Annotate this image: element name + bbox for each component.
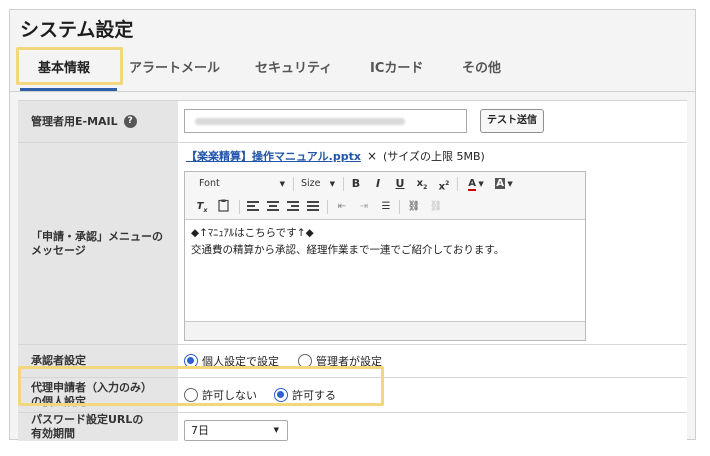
- tab-security[interactable]: セキュリティ: [255, 46, 332, 92]
- password-url-row: パスワード設定URLの 有効期間 7日 ▼: [18, 413, 687, 441]
- file-size-note: (サイズの上限 5MB): [383, 150, 485, 163]
- align-right-icon[interactable]: [287, 199, 299, 215]
- settings-panel: システム設定 基本情報 アラートメール セキュリティ ICカード その他 管理者…: [9, 9, 696, 441]
- message-row: 「申請・承認」メニューの メッセージ 【楽楽精算】操作マニュアル.pptx × (サ…: [18, 143, 687, 345]
- size-select[interactable]: Size ▼: [297, 176, 337, 192]
- justify-icon[interactable]: [307, 199, 319, 215]
- tab-ic-card[interactable]: ICカード: [370, 46, 423, 92]
- underline-icon[interactable]: U: [393, 176, 407, 192]
- font-select[interactable]: Font ▼: [195, 176, 287, 192]
- radio-individual-setting[interactable]: 個人設定で設定: [184, 345, 279, 377]
- align-left-icon[interactable]: [247, 199, 259, 215]
- expiry-select[interactable]: 7日 ▼: [184, 420, 288, 441]
- outdent-icon[interactable]: ⇤: [335, 199, 349, 215]
- password-url-label: パスワード設定URLの 有効期間: [18, 413, 178, 441]
- subscript-icon[interactable]: x2: [415, 176, 429, 192]
- radio-proxy-deny[interactable]: 許可しない: [184, 378, 257, 412]
- radio-admin-setting[interactable]: 管理者が設定: [298, 345, 382, 377]
- proxy-label: 代理申請者（入力のみ） の個人設定: [18, 378, 178, 412]
- approver-label: 承認者設定: [18, 345, 178, 377]
- text-color-icon[interactable]: A ▼: [465, 176, 487, 192]
- tab-bar: 基本情報 アラートメール セキュリティ ICカード その他: [10, 46, 695, 92]
- toolbar-row-2: Tx ⇤ ⇥ ☰ ⛓ ⛓: [185, 196, 585, 218]
- message-label: 「申請・承認」メニューの メッセージ: [18, 143, 178, 344]
- editor-toolbar: Font ▼ Size ▼ B I U x2 x2 A ▼ A ▼ Tx ⇤ ⇥…: [185, 172, 585, 220]
- tab-other[interactable]: その他: [462, 46, 501, 92]
- proxy-row: 代理申請者（入力のみ） の個人設定 許可しない 許可する: [18, 378, 687, 413]
- italic-icon[interactable]: I: [371, 176, 385, 192]
- link-icon[interactable]: ⛓: [407, 199, 421, 215]
- rich-text-editor: Font ▼ Size ▼ B I U x2 x2 A ▼ A ▼ Tx ⇤ ⇥…: [184, 171, 586, 341]
- background-color-icon[interactable]: A ▼: [493, 176, 515, 192]
- active-tab-indicator: [20, 88, 117, 91]
- chevron-down-icon: ▼: [273, 426, 279, 434]
- align-center-icon[interactable]: [267, 199, 279, 215]
- editor-resize-bar[interactable]: [185, 321, 585, 340]
- email-field[interactable]: [184, 109, 467, 133]
- approver-row: 承認者設定 個人設定で設定 管理者が設定: [18, 345, 687, 378]
- help-icon[interactable]: ?: [123, 115, 137, 128]
- indent-icon[interactable]: ⇥: [357, 199, 371, 215]
- toolbar-row-1: Font ▼ Size ▼ B I U x2 x2 A ▼ A ▼: [185, 173, 585, 195]
- editor-content[interactable]: ◆↑ﾏﾆｭｱﾙはこちらです↑◆ 交通費の精算から承認、経理作業まで一連でご紹介し…: [191, 225, 504, 259]
- unlink-icon[interactable]: ⛓: [429, 199, 443, 215]
- radio-proxy-allow[interactable]: 許可する: [274, 378, 336, 412]
- bold-icon[interactable]: B: [349, 176, 363, 192]
- paste-text-icon[interactable]: [217, 199, 231, 215]
- superscript-icon[interactable]: x2: [437, 176, 451, 192]
- attached-file: 【楽楽精算】操作マニュアル.pptx × (サイズの上限 5MB): [186, 148, 485, 164]
- bullet-list-icon[interactable]: ☰: [379, 199, 393, 215]
- page-title: システム設定: [20, 19, 134, 41]
- tab-alert-mail[interactable]: アラートメール: [129, 46, 220, 92]
- email-row: 管理者用E-MAIL ? テスト送信: [18, 101, 687, 143]
- test-send-button[interactable]: テスト送信: [480, 109, 544, 133]
- email-label: 管理者用E-MAIL ?: [18, 101, 178, 142]
- tab-basic-info[interactable]: 基本情報: [38, 46, 90, 92]
- remove-file-icon[interactable]: ×: [367, 149, 377, 163]
- remove-format-icon[interactable]: Tx: [195, 199, 209, 215]
- redacted-email: [195, 118, 405, 125]
- settings-form: 管理者用E-MAIL ? テスト送信 「申請・承認」メニューの メッセージ 【楽…: [18, 100, 687, 441]
- file-link[interactable]: 【楽楽精算】操作マニュアル.pptx: [186, 150, 361, 163]
